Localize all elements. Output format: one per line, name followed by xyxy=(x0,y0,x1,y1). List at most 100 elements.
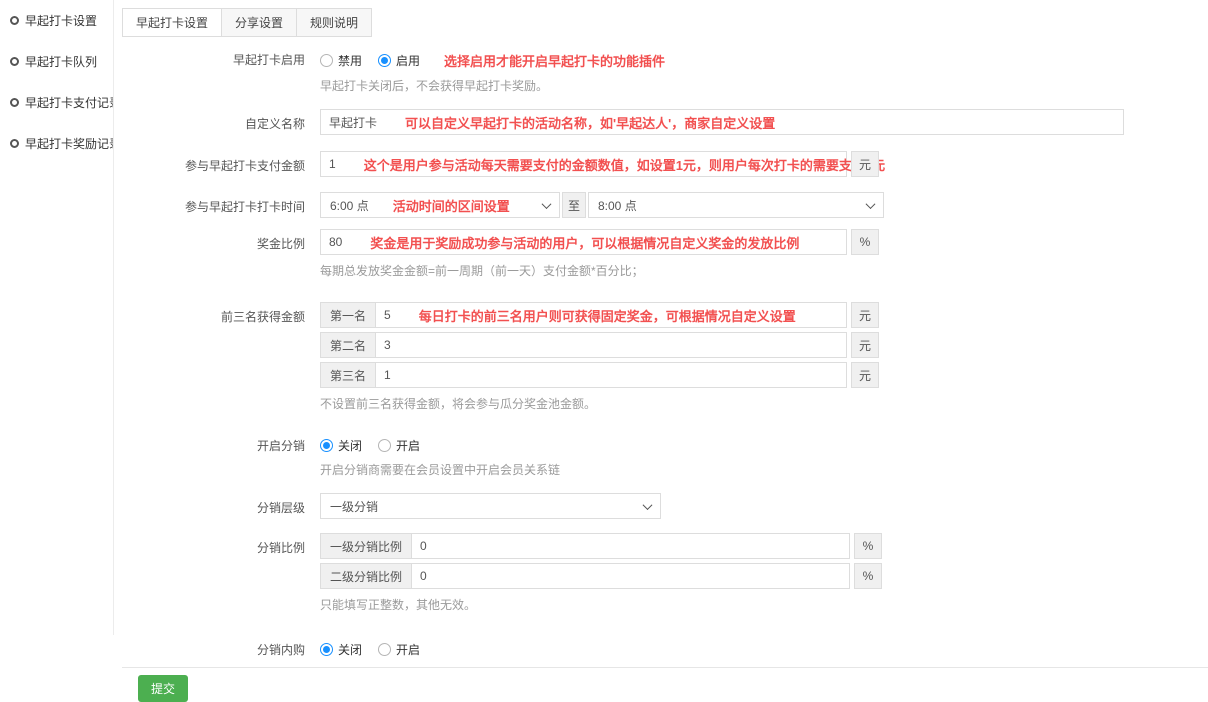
row-distribution: 开启分销 关闭 开启 开启分销商需要在会员设置中开启会员关系链 xyxy=(122,437,1208,478)
checkin-time-separator: 至 xyxy=(562,192,586,218)
sidebar-item-reward-records[interactable]: 早起打卡奖励记录 xyxy=(0,123,113,164)
bonus-ratio-label: 奖金比例 xyxy=(122,229,320,279)
ratio-level2-value: 0 xyxy=(420,569,427,583)
ratio-level1-input[interactable]: 0 xyxy=(411,533,850,559)
tab-rules[interactable]: 规则说明 xyxy=(296,8,372,37)
ratio-level2-input[interactable]: 0 xyxy=(411,563,850,589)
level-value: 一级分销 xyxy=(330,498,378,515)
top3-first-name: 第一名 xyxy=(320,302,376,328)
custom-name-hint: 可以自定义早起打卡的活动名称，如'早起达人'，商家自定义设置 xyxy=(405,113,775,132)
custom-name-label: 自定义名称 xyxy=(122,109,320,135)
distribution-help: 开启分销商需要在会员设置中开启会员关系链 xyxy=(320,461,1208,478)
circle-icon xyxy=(10,57,19,66)
tab-share-settings[interactable]: 分享设置 xyxy=(221,8,297,37)
enable-help: 早起打卡关闭后，不会获得早起打卡奖励。 xyxy=(320,77,1208,94)
ratio-row-level2: 二级分销比例 0 % xyxy=(320,563,1208,589)
radio-label: 关闭 xyxy=(338,437,362,454)
top3-help: 不设置前三名获得金额，将会参与瓜分奖金池金额。 xyxy=(320,395,1208,412)
checkin-time-start-select[interactable]: 6:00 点 活动时间的区间设置 xyxy=(320,192,560,218)
enable-hint: 选择启用才能开启早起打卡的功能插件 xyxy=(444,51,665,70)
ratio-level1-unit: % xyxy=(854,533,882,559)
pay-amount-input[interactable]: 1 这个是用户参与活动每天需要支付的金额数值，如设置1元，则用户每次打卡的需要支… xyxy=(320,151,847,177)
sidebar-item-label: 早起打卡设置 xyxy=(25,12,97,29)
distribution-radio-on[interactable]: 开启 xyxy=(378,437,420,454)
top3-third-unit: 元 xyxy=(851,362,879,388)
pay-amount-unit: 元 xyxy=(851,151,879,177)
radio-checked-icon xyxy=(320,439,333,452)
ratio-row-level1: 一级分销比例 0 % xyxy=(320,533,1208,559)
row-inner-buy: 分销内购 关闭 开启 xyxy=(122,641,1208,658)
checkin-time-start-value: 6:00 点 xyxy=(330,197,369,214)
radio-checked-icon xyxy=(320,643,333,656)
main-content: 早起打卡设置 分享设置 规则说明 早起打卡启用 禁用 启用 选择启用才能开启早起… xyxy=(122,0,1208,702)
top3-third-value: 1 xyxy=(384,368,391,382)
checkin-time-label: 参与早起打卡打卡时间 xyxy=(122,192,320,218)
ratio-level2-unit: % xyxy=(854,563,882,589)
bonus-ratio-help: 每期总发放奖金金额=前一周期（前一天）支付金额*百分比； xyxy=(320,262,1208,279)
top3-hint: 每日打卡的前三名用户则可获得固定奖金，可根据情况自定义设置 xyxy=(419,306,796,325)
inner-buy-label: 分销内购 xyxy=(122,641,320,658)
pay-amount-value: 1 xyxy=(329,157,336,171)
tab-bar: 早起打卡设置 分享设置 规则说明 xyxy=(122,8,1208,37)
top3-third-input[interactable]: 1 xyxy=(375,362,847,388)
enable-label: 早起打卡启用 xyxy=(122,51,320,94)
circle-icon xyxy=(10,139,19,148)
sidebar-item-label: 早起打卡奖励记录 xyxy=(25,135,113,152)
chevron-down-icon xyxy=(866,199,876,209)
radio-label: 禁用 xyxy=(338,52,362,69)
submit-button[interactable]: 提交 xyxy=(138,675,188,702)
circle-icon xyxy=(10,98,19,107)
ratio-level1-value: 0 xyxy=(420,539,427,553)
distribution-label: 开启分销 xyxy=(122,437,320,478)
row-pay-amount: 参与早起打卡支付金额 1 这个是用户参与活动每天需要支付的金额数值，如设置1元，… xyxy=(122,151,1208,177)
checkin-time-end-select[interactable]: 8:00 点 xyxy=(588,192,884,218)
top3-second-unit: 元 xyxy=(851,332,879,358)
radio-checked-icon xyxy=(378,54,391,67)
enable-radio-disable[interactable]: 禁用 xyxy=(320,52,362,69)
top3-label: 前三名获得金额 xyxy=(122,302,320,412)
sidebar-item-label: 早起打卡支付记录 xyxy=(25,94,113,111)
row-checkin-time: 参与早起打卡打卡时间 6:00 点 活动时间的区间设置 至 8:00 点 xyxy=(122,192,1208,218)
radio-label: 启用 xyxy=(396,52,420,69)
ratio-level1-name: 一级分销比例 xyxy=(320,533,412,559)
pay-amount-hint: 这个是用户参与活动每天需要支付的金额数值，如设置1元，则用户每次打卡的需要支付1… xyxy=(364,155,885,174)
bonus-ratio-value: 80 xyxy=(329,235,342,249)
checkin-time-hint: 活动时间的区间设置 xyxy=(393,196,510,215)
row-ratio: 分销比例 一级分销比例 0 % 二级分销比例 0 % 只能填写正整数，其他无效。 xyxy=(122,533,1208,613)
inner-buy-radio-on[interactable]: 开启 xyxy=(378,641,420,658)
row-bonus-ratio: 奖金比例 80 奖金是用于奖励成功参与活动的用户，可以根据情况自定义奖金的发放比… xyxy=(122,229,1208,279)
sidebar-item-checkin-queue[interactable]: 早起打卡队列 xyxy=(0,41,113,82)
distribution-radio-off[interactable]: 关闭 xyxy=(320,437,362,454)
sidebar-item-checkin-settings[interactable]: 早起打卡设置 xyxy=(0,0,113,41)
level-select[interactable]: 一级分销 xyxy=(320,493,661,519)
ratio-level2-name: 二级分销比例 xyxy=(320,563,412,589)
top3-row-third: 第三名 1 元 xyxy=(320,362,1208,388)
ratio-help: 只能填写正整数，其他无效。 xyxy=(320,596,1208,613)
top3-first-input[interactable]: 5 每日打卡的前三名用户则可获得固定奖金，可根据情况自定义设置 xyxy=(375,302,847,328)
bonus-ratio-hint: 奖金是用于奖励成功参与活动的用户，可以根据情况自定义奖金的发放比例 xyxy=(370,233,799,252)
ratio-label: 分销比例 xyxy=(122,533,320,613)
custom-name-input[interactable]: 早起打卡 可以自定义早起打卡的活动名称，如'早起达人'，商家自定义设置 xyxy=(320,109,1124,135)
sidebar: 早起打卡设置 早起打卡队列 早起打卡支付记录 早起打卡奖励记录 xyxy=(0,0,114,635)
radio-label: 开启 xyxy=(396,641,420,658)
row-level: 分销层级 一级分销 xyxy=(122,493,1208,519)
sidebar-item-payment-records[interactable]: 早起打卡支付记录 xyxy=(0,82,113,123)
top3-second-input[interactable]: 3 xyxy=(375,332,847,358)
enable-radio-enable[interactable]: 启用 xyxy=(378,52,420,69)
top3-first-value: 5 xyxy=(384,308,391,322)
top3-third-name: 第三名 xyxy=(320,362,376,388)
sidebar-item-label: 早起打卡队列 xyxy=(25,53,97,70)
row-enable: 早起打卡启用 禁用 启用 选择启用才能开启早起打卡的功能插件 早起打卡关闭后，不… xyxy=(122,51,1208,94)
top3-second-name: 第二名 xyxy=(320,332,376,358)
level-label: 分销层级 xyxy=(122,493,320,519)
tab-checkin-settings[interactable]: 早起打卡设置 xyxy=(122,8,222,37)
radio-unchecked-icon xyxy=(320,54,333,67)
custom-name-value: 早起打卡 xyxy=(329,114,377,131)
radio-label: 开启 xyxy=(396,437,420,454)
circle-icon xyxy=(10,16,19,25)
top3-first-unit: 元 xyxy=(851,302,879,328)
settings-form: 早起打卡启用 禁用 启用 选择启用才能开启早起打卡的功能插件 早起打卡关闭后，不… xyxy=(122,51,1208,658)
chevron-down-icon xyxy=(542,199,552,209)
inner-buy-radio-off[interactable]: 关闭 xyxy=(320,641,362,658)
bonus-ratio-input[interactable]: 80 奖金是用于奖励成功参与活动的用户，可以根据情况自定义奖金的发放比例 xyxy=(320,229,847,255)
